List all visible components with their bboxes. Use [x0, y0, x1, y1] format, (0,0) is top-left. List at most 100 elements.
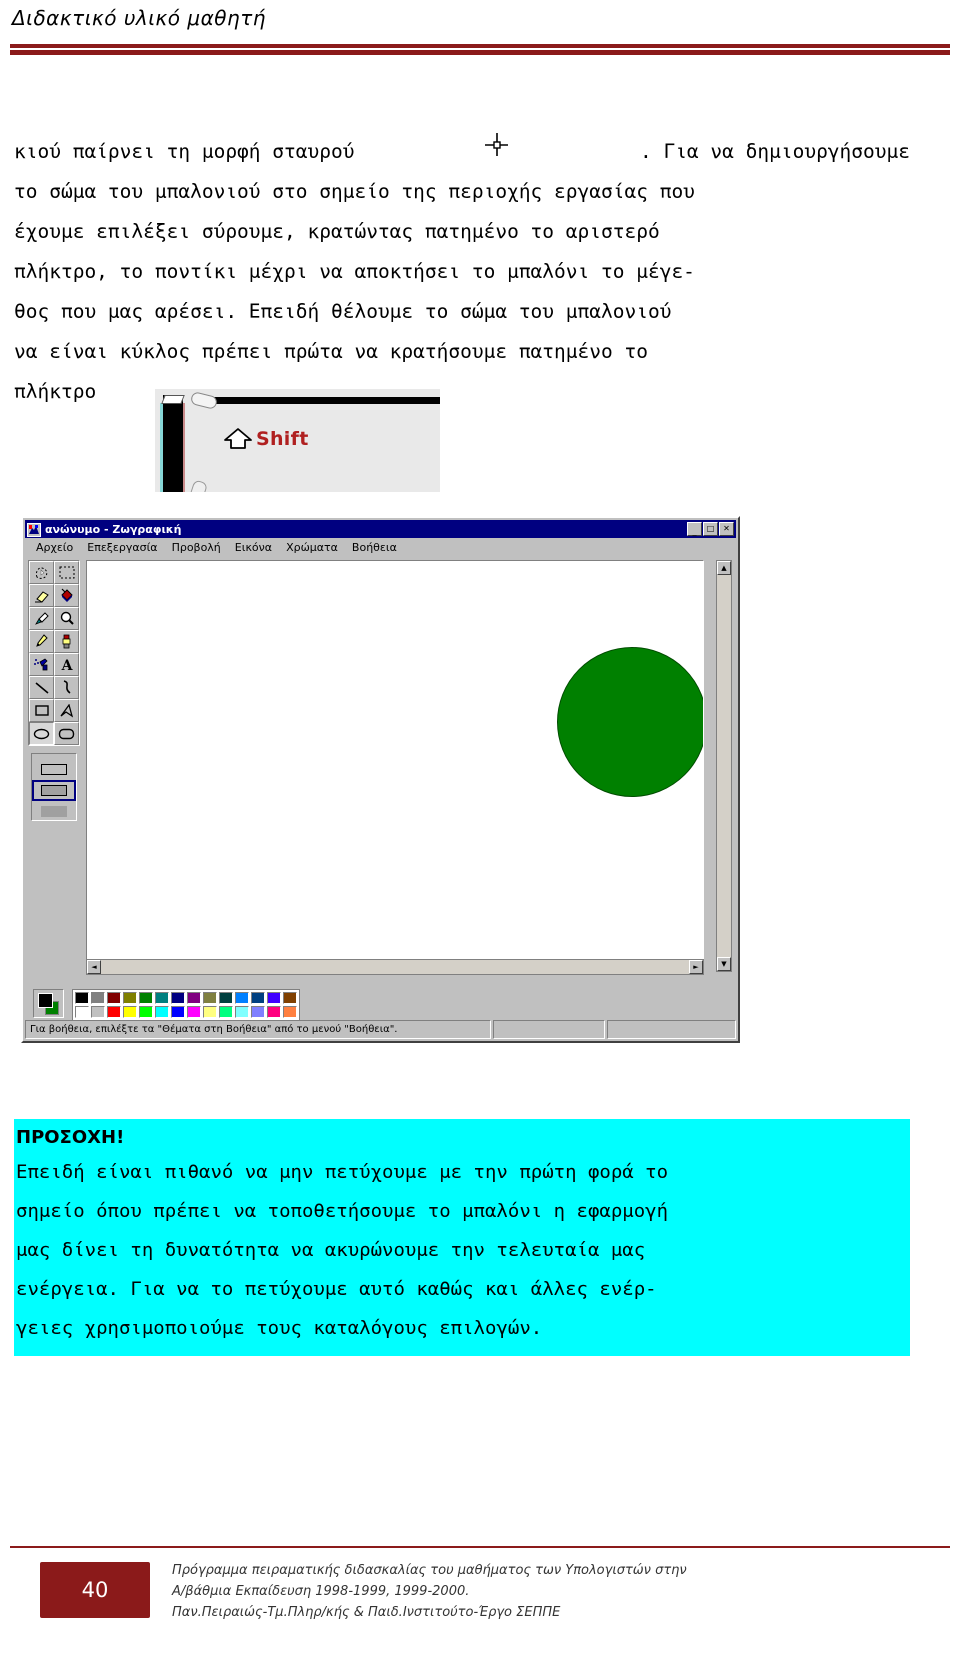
- palette-swatch-0-0[interactable]: [75, 992, 89, 1004]
- canvas-horizontal-scrollbar[interactable]: ◄ ►: [86, 959, 704, 975]
- palette-swatch-0-1[interactable]: [91, 992, 105, 1004]
- svg-text:A: A: [60, 658, 73, 672]
- tool-magnifier[interactable]: [54, 607, 79, 630]
- palette-swatch-1-7[interactable]: [187, 1006, 201, 1018]
- palette-swatch-1-12[interactable]: [267, 1006, 281, 1018]
- tool-brush[interactable]: [54, 630, 79, 653]
- warning-body: Επειδή είναι πιθανό να μην πετύχουμε με …: [14, 1153, 910, 1348]
- tool-grid: A: [28, 560, 80, 746]
- palette-swatch-1-6[interactable]: [171, 1006, 185, 1018]
- palette-swatch-0-12[interactable]: [267, 992, 281, 1004]
- menu-view[interactable]: Προβολή: [165, 540, 228, 555]
- tool-text[interactable]: A: [54, 653, 79, 676]
- warning-line: ενέργεια. Για να το πετύχουμε αυτό καθώς…: [16, 1278, 657, 1300]
- tool-line[interactable]: [29, 676, 54, 699]
- canvas-vertical-scrollbar[interactable]: ▲ ▼: [716, 560, 732, 972]
- close-icon: ✕: [723, 524, 730, 533]
- paragraph-line-text: κιού παίρνει τη μορφή σταυρού: [14, 140, 355, 163]
- palette-swatch-1-2[interactable]: [107, 1006, 121, 1018]
- green-circle-shape[interactable]: [557, 647, 703, 797]
- palette-swatch-0-13[interactable]: [283, 992, 297, 1004]
- tool-curve[interactable]: [54, 676, 79, 699]
- page-number-badge: 40: [40, 1562, 150, 1618]
- tool-eraser[interactable]: [29, 584, 54, 607]
- current-color-indicator[interactable]: [33, 989, 64, 1018]
- header-divider: [10, 44, 950, 55]
- maximize-icon: □: [706, 524, 715, 533]
- paragraph-line: να είναι κύκλος πρέπει πρώτα να κρατήσου…: [14, 340, 648, 363]
- scroll-up-arrow-icon[interactable]: ▲: [717, 561, 731, 575]
- warning-line: σημείο όπου πρέπει να τοποθετήσουμε το μ…: [16, 1200, 669, 1222]
- scroll-left-arrow-icon[interactable]: ◄: [87, 960, 101, 974]
- shift-arrow-icon: [221, 426, 255, 452]
- palette-grid: [72, 989, 300, 1021]
- paragraph-line: το σώμα του μπαλονιού στο σημείο της περ…: [14, 180, 695, 203]
- tool-polygon[interactable]: [54, 699, 79, 722]
- paint-window-title: ανώνυμο - Ζωγραφική: [45, 522, 182, 536]
- tool-free-form-select[interactable]: [29, 561, 54, 584]
- keyboard-key-outline-top: [189, 391, 219, 410]
- status-pane-3: [607, 1020, 736, 1039]
- foreground-color-swatch[interactable]: [38, 993, 53, 1008]
- palette-swatch-0-4[interactable]: [139, 992, 153, 1004]
- paragraph-line: πλήκτρο, το ποντίκι μέχρι να αποκτήσει τ…: [14, 260, 695, 283]
- palette-swatch-1-1[interactable]: [91, 1006, 105, 1018]
- paint-canvas[interactable]: [86, 560, 704, 972]
- palette-swatch-1-3[interactable]: [123, 1006, 137, 1018]
- tool-rectangle[interactable]: [29, 699, 54, 722]
- paint-titlebar[interactable]: ανώνυμο - Ζωγραφική _ □ ✕: [25, 520, 736, 538]
- warning-line: γειες χρησιμοποιούμε τους καταλόγους επι…: [16, 1317, 543, 1339]
- palette-swatch-0-11[interactable]: [251, 992, 265, 1004]
- palette-swatch-0-7[interactable]: [187, 992, 201, 1004]
- keyboard-left-key-body: [163, 395, 183, 492]
- palette-swatch-0-6[interactable]: [171, 992, 185, 1004]
- menu-image[interactable]: Εικόνα: [228, 540, 279, 555]
- palette-swatch-1-5[interactable]: [155, 1006, 169, 1018]
- close-button[interactable]: ✕: [719, 522, 734, 536]
- tool-pick-color[interactable]: [29, 607, 54, 630]
- palette-swatch-0-9[interactable]: [219, 992, 233, 1004]
- window-buttons: _ □ ✕: [687, 522, 734, 536]
- menu-help[interactable]: Βοήθεια: [345, 540, 404, 555]
- footer-credits: Πρόγραμμα πειραματικής διδασκαλίας του μ…: [172, 1560, 912, 1623]
- palette-swatch-1-11[interactable]: [251, 1006, 265, 1018]
- palette-swatch-1-9[interactable]: [219, 1006, 233, 1018]
- tool-rounded-rectangle[interactable]: [54, 722, 79, 745]
- tool-fill-with-color[interactable]: [54, 584, 79, 607]
- palette-swatch-0-3[interactable]: [123, 992, 137, 1004]
- palette-swatch-1-4[interactable]: [139, 1006, 153, 1018]
- page-title: Διδακτικό υλικό μαθητή: [12, 6, 266, 30]
- paragraph-line: θος που μας αρέσει. Επειδή θέλουμε το σώ…: [14, 300, 672, 323]
- palette-swatch-1-8[interactable]: [203, 1006, 217, 1018]
- menu-colors[interactable]: Χρώματα: [279, 540, 345, 555]
- fill-option-fill-only[interactable]: [32, 801, 76, 822]
- palette-swatch-0-5[interactable]: [155, 992, 169, 1004]
- minimize-icon: _: [692, 526, 697, 536]
- tool-pencil[interactable]: [29, 630, 54, 653]
- palette-swatch-1-10[interactable]: [235, 1006, 249, 1018]
- palette-swatch-0-8[interactable]: [203, 992, 217, 1004]
- fill-option-outline-and-fill[interactable]: [32, 780, 76, 801]
- tool-fill-options: [31, 753, 77, 821]
- paint-menubar: Αρχείο Επεξεργασία Προβολή Εικόνα Χρώματ…: [25, 539, 736, 556]
- tool-rectangle-select[interactable]: [54, 561, 79, 584]
- palette-swatch-1-13[interactable]: [283, 1006, 297, 1018]
- fill-only-icon: [41, 806, 67, 817]
- paragraph-line: κιού παίρνει τη μορφή σταυρού . Για να δ…: [14, 132, 910, 172]
- fill-option-outline-only[interactable]: [32, 759, 76, 780]
- menu-edit[interactable]: Επεξεργασία: [80, 540, 164, 555]
- scroll-down-arrow-icon[interactable]: ▼: [717, 957, 731, 971]
- scroll-right-arrow-icon[interactable]: ►: [689, 960, 703, 974]
- menu-file[interactable]: Αρχείο: [29, 540, 80, 555]
- palette-swatch-1-0[interactable]: [75, 1006, 89, 1018]
- page-footer: 40 Πρόγραμμα πειραματικής διδασκαλίας το…: [0, 1546, 960, 1656]
- tool-ellipse[interactable]: [29, 722, 54, 745]
- minimize-button[interactable]: _: [687, 522, 702, 536]
- palette-swatch-0-10[interactable]: [235, 992, 249, 1004]
- crosshair-cursor-icon: [484, 132, 510, 158]
- maximize-button[interactable]: □: [703, 522, 718, 536]
- status-message: Για βοήθεια, επιλέξτε τα "Θέματα στη Βοή…: [25, 1020, 491, 1039]
- keyboard-left-key-top: [161, 395, 185, 404]
- tool-airbrush[interactable]: [29, 653, 54, 676]
- palette-swatch-0-2[interactable]: [107, 992, 121, 1004]
